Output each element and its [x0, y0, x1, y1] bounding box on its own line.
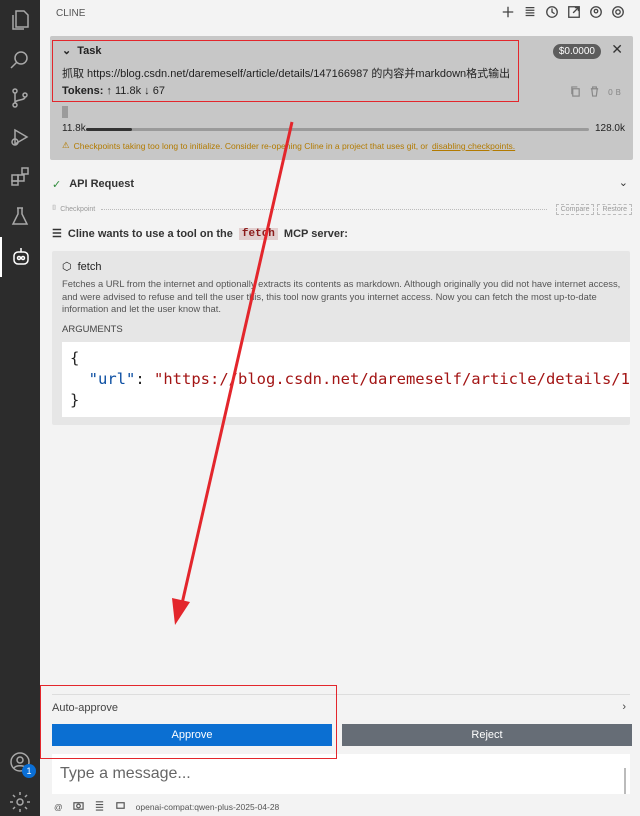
source-control-icon[interactable]: [0, 78, 40, 118]
check-icon: ✓: [52, 178, 62, 191]
code-open-brace: {: [70, 349, 80, 367]
chevron-right-icon[interactable]: ›: [622, 701, 626, 713]
tool-name: ⬡ fetch: [62, 260, 102, 274]
mcp-suffix: MCP server:: [283, 227, 348, 240]
message-box: [52, 754, 630, 794]
mcp-server-name: fetch: [238, 227, 278, 240]
at-mention-icon[interactable]: @: [54, 802, 63, 812]
explorer-icon[interactable]: [0, 0, 40, 40]
task-actions: 0 B: [570, 86, 621, 99]
new-task-plus-icon[interactable]: [500, 4, 516, 20]
context-window-bar: [86, 128, 589, 131]
code-close-brace: }: [70, 391, 80, 409]
mcp-request-title: ☰ Cline wants to use a tool on the fetch…: [52, 227, 348, 240]
activity-bar: 1: [0, 0, 40, 816]
reject-button[interactable]: Reject: [342, 724, 632, 746]
accounts-icon[interactable]: 1: [0, 742, 40, 782]
tool-description: Fetches a URL from the internet and opti…: [62, 278, 621, 314]
header-toolbar: [500, 4, 626, 20]
popout-icon[interactable]: [566, 4, 582, 20]
tool-name-label: fetch: [77, 260, 102, 273]
trash-icon[interactable]: [589, 86, 600, 99]
bookmark-icon: ⌷: [52, 205, 57, 212]
mcp-servers-icon[interactable]: [522, 4, 538, 20]
checkpoint-warning: ⚠ Checkpoints taking too long to initial…: [62, 140, 515, 151]
mcp-prefix: Cline wants to use a tool on the: [67, 227, 233, 240]
checkpoint-row: ⌷ Checkpoint Compare Restore: [52, 203, 632, 215]
compare-button[interactable]: Compare: [555, 203, 595, 215]
accounts-badge: 1: [22, 764, 36, 778]
context-used: 11.8k: [62, 123, 86, 134]
api-request-label: API Request: [69, 178, 135, 190]
checkpoint-divider: [101, 208, 547, 210]
model-icon: [115, 800, 126, 813]
chevron-down-icon[interactable]: ⌄: [619, 176, 628, 189]
message-input[interactable]: [52, 754, 630, 794]
disable-checkpoints-link[interactable]: disabling checkpoints.: [432, 141, 515, 151]
server-icon: ☰: [52, 228, 62, 240]
restore-button[interactable]: Restore: [597, 203, 632, 215]
server-list-icon[interactable]: [94, 800, 105, 813]
camera-icon[interactable]: [72, 800, 84, 813]
settings-gear-icon[interactable]: [0, 782, 40, 816]
run-debug-icon[interactable]: [0, 117, 40, 157]
api-request-row[interactable]: ✓ API Request ⌄: [52, 176, 632, 192]
context-window-fill: [86, 128, 133, 131]
close-task-icon[interactable]: ✕: [611, 42, 623, 58]
arg-value: "https://blog.csdn.net/daremeself/articl…: [154, 370, 630, 388]
tool-card: ⬡ fetch Fetches a URL from the internet …: [52, 251, 630, 425]
settings-icon[interactable]: [610, 4, 626, 20]
arg-key: "url": [88, 370, 136, 388]
cline-robot-icon[interactable]: [0, 237, 40, 277]
model-selector[interactable]: openai-compat:qwen-plus-2025-04-28: [136, 802, 280, 812]
history-icon[interactable]: [544, 4, 560, 20]
input-scrollbar[interactable]: [624, 768, 626, 794]
task-highlight-box: [52, 40, 519, 102]
task-size: 0 B: [607, 88, 621, 97]
cost-badge: $0.0000: [552, 44, 601, 59]
cube-icon: ⬡: [62, 261, 72, 273]
checkpoint-label: Checkpoint: [60, 205, 96, 213]
account-icon[interactable]: [588, 4, 604, 20]
testing-flask-icon[interactable]: [0, 197, 40, 237]
search-icon[interactable]: [0, 40, 40, 80]
context-marker: [62, 106, 68, 118]
warning-text: Checkpoints taking too long to initializ…: [73, 140, 428, 151]
arguments-code: { "url": "https://blog.csdn.net/daremese…: [62, 342, 630, 417]
warning-icon: ⚠: [62, 140, 70, 150]
approve-highlight-box: [40, 685, 337, 759]
context-max: 128.0k: [594, 123, 625, 134]
input-toolbar: @ openai-compat:qwen-plus-2025-04-28: [54, 800, 279, 813]
copy-icon[interactable]: [570, 86, 581, 99]
extensions-icon[interactable]: [0, 157, 40, 197]
arguments-label: ARGUMENTS: [62, 324, 123, 335]
